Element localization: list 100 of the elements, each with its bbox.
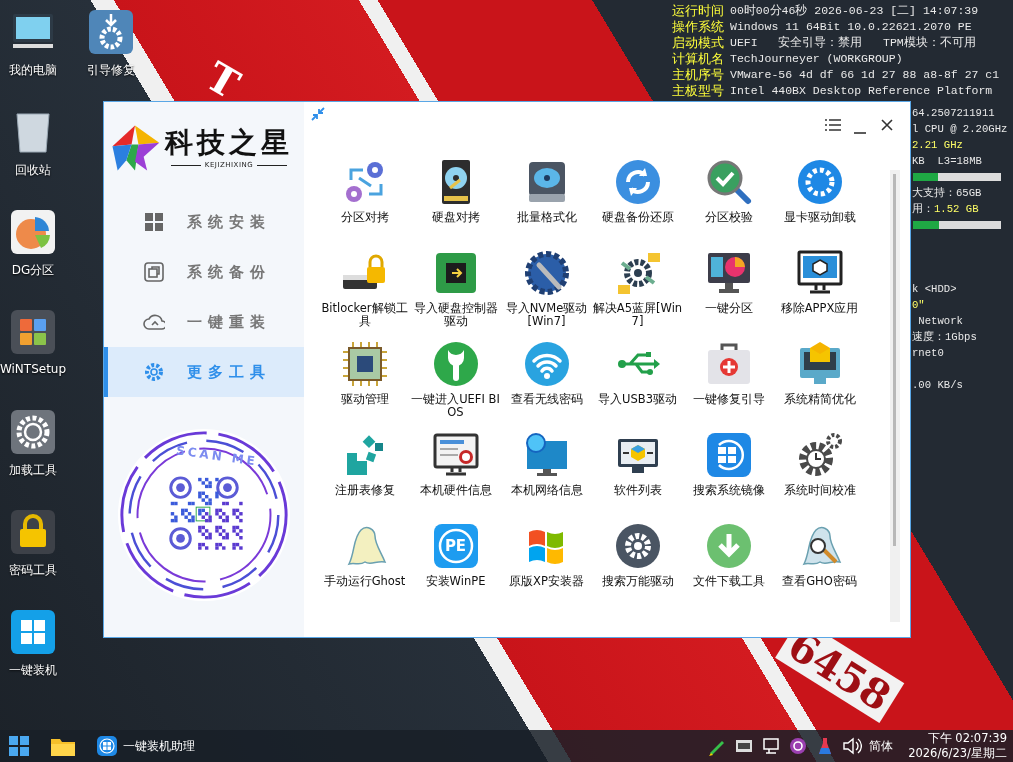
tool-item[interactable]: 分区对拷 (319, 154, 410, 245)
sidebar-nav-item[interactable]: 系统安装 (104, 197, 304, 247)
tool-item[interactable]: 搜索系统镜像 (683, 427, 774, 518)
minimize-icon (854, 132, 866, 134)
info-value: k <HDD> (912, 282, 957, 297)
info-value: Intel 440BX Desktop Reference Platform (730, 83, 994, 99)
tool-item[interactable]: 一键分区 (683, 245, 774, 336)
info-value: Network (917, 314, 963, 329)
tool-item[interactable]: 显卡驱动卸载 (774, 154, 865, 245)
tool-item[interactable]: 系统时间校准 (774, 427, 865, 518)
desktop-icon-label[interactable]: 密码工具 (9, 562, 57, 579)
scrollbar-thumb[interactable] (893, 174, 896, 546)
desktop-icon-label[interactable]: 一键装机 (9, 662, 57, 679)
tool-item[interactable]: 注册表修复 (319, 427, 410, 518)
windows-tile-icon (704, 431, 753, 479)
desktop-icon-label[interactable]: DG分区 (11, 262, 55, 279)
sidebar-nav-item[interactable]: 系统备份 (104, 247, 304, 297)
info-value: 2.21 GHz (912, 138, 963, 153)
tool-item[interactable]: 搜索万能驱动 (592, 518, 683, 609)
info-value: VMware-56 4d df 66 1d 27 88 a8-8f 27 c1 (730, 67, 1000, 83)
info-value: 0" (912, 298, 925, 313)
gear-icon[interactable] (9, 408, 57, 456)
tool-item[interactable]: 移除APPX应用 (774, 245, 865, 336)
tool-item[interactable]: 硬盘备份还原 (592, 154, 683, 245)
tool-item[interactable]: PE 安装WinPE (410, 518, 501, 609)
info-label: 启动模式 (672, 35, 724, 51)
shrink-icon[interactable] (310, 106, 326, 122)
speaker-icon[interactable] (842, 736, 863, 756)
wifi-icon (522, 340, 571, 388)
tool-item[interactable]: 批量格式化 (501, 154, 592, 245)
tool-item[interactable]: 硬盘对拷 (410, 154, 501, 245)
tool-item[interactable]: 导入硬盘控制器驱动 (410, 245, 501, 336)
tool-item[interactable]: 查看无线密码 (501, 336, 592, 427)
tool-item[interactable]: 一键修复引导 (683, 336, 774, 427)
windows-logo-icon (8, 735, 30, 757)
tool-item[interactable]: Bitlocker解锁工具 (319, 245, 410, 336)
info-label: 运行时间 (672, 3, 724, 19)
info-label: 主板型号 (672, 83, 724, 99)
tool-item[interactable]: 一键进入UEFI BIOS (410, 336, 501, 427)
info-value: Windows 11 64Bit 10.0.22621.2070 PE (730, 19, 973, 35)
tool-item[interactable]: 软件列表 (592, 427, 683, 518)
info-value: rnet0 (912, 346, 944, 361)
clock-date: 2026/6/23/星期二 (908, 746, 1007, 761)
wallpaper-text: T (198, 52, 248, 108)
input-language[interactable]: 简体 (869, 737, 894, 755)
info-label: 计算机名 (672, 51, 724, 67)
gear-circle-icon (613, 522, 662, 570)
gear-circle-icon (795, 158, 844, 206)
icon-caption: PE (444, 538, 467, 554)
info-value: .00 KB/s (912, 378, 963, 393)
info-value: UEFI 安全引导：禁用 TPM模块：不可用 (730, 35, 977, 51)
tool-item[interactable]: 导入USB3驱动 (592, 336, 683, 427)
tool-item[interactable]: 解决A5蓝屏[Win7] (592, 245, 683, 336)
menu-button[interactable] (824, 116, 842, 134)
tool-item[interactable]: 原版XP安装器 (501, 518, 592, 609)
windows-logo-icon (143, 211, 165, 233)
desktop-icon-label[interactable]: 我的电脑 (9, 62, 57, 79)
clock-time: 下午 02:07:39 (927, 731, 1007, 746)
start-button[interactable] (6, 733, 32, 759)
info-label: 操作系统 (672, 19, 724, 35)
desktop-icon-label[interactable]: 加载工具 (9, 462, 57, 479)
scrollbar[interactable] (890, 170, 900, 622)
tool-item[interactable]: 本机网络信息 (501, 427, 592, 518)
info-value: TechJourneyer (WORKGROUP) (730, 51, 904, 67)
logo-title: 科技之星 (165, 127, 293, 159)
desktop-icon-label[interactable]: 回收站 (15, 162, 51, 179)
menu-icon (824, 116, 842, 134)
tool-item[interactable]: 导入NVMe驱动[Win7] (501, 245, 592, 336)
network-icon[interactable] (761, 736, 782, 756)
tool-item[interactable]: 文件下载工具 (683, 518, 774, 609)
tool-item[interactable]: 查看GHO密码 (774, 518, 865, 609)
gear-download-icon[interactable] (87, 8, 135, 56)
tool-item[interactable]: 分区校验 (683, 154, 774, 245)
info-value: 64.2507211911 (912, 106, 995, 121)
monitor-cube-icon (795, 249, 844, 297)
info-label: 主机序号 (672, 67, 724, 83)
pe-icon (431, 522, 480, 570)
gear-wrench-icon (522, 249, 571, 297)
tool-item[interactable]: 系统精简优化 (774, 336, 865, 427)
download-icon (704, 522, 753, 570)
windows-tile-icon[interactable] (9, 608, 57, 656)
taskbar-app[interactable]: 一键装机助理 (94, 733, 197, 759)
tool-item[interactable]: 驱动管理 (319, 336, 410, 427)
sync-icon (613, 158, 662, 206)
chip-icon (340, 340, 389, 388)
qr-caption: SCAN ME (175, 443, 259, 469)
padlock-icon[interactable] (9, 508, 57, 556)
info-value: 速度：1Gbps (912, 330, 977, 345)
gear-icon (143, 361, 165, 383)
sidebar-nav-item[interactable]: 一键重装 (104, 297, 304, 347)
desktop-icon-label[interactable]: WiNTSetup (0, 362, 67, 376)
windows-tile-icon (96, 735, 118, 757)
pie-chart-icon[interactable] (9, 208, 57, 256)
tool-item[interactable]: 手动运行Ghost (319, 518, 410, 609)
app-grid-icon[interactable] (9, 308, 57, 356)
info-value: 00时00分46秒 2026-06-23 [二] 14:07:39 (730, 3, 980, 19)
info-value: 用：1.52 GB (912, 202, 979, 217)
tool-item[interactable]: 本机硬件信息 (410, 427, 501, 518)
clock[interactable]: 下午 02:07:39 2026/6/23/星期二 (908, 731, 1007, 761)
wrench-circle-icon (431, 340, 480, 388)
